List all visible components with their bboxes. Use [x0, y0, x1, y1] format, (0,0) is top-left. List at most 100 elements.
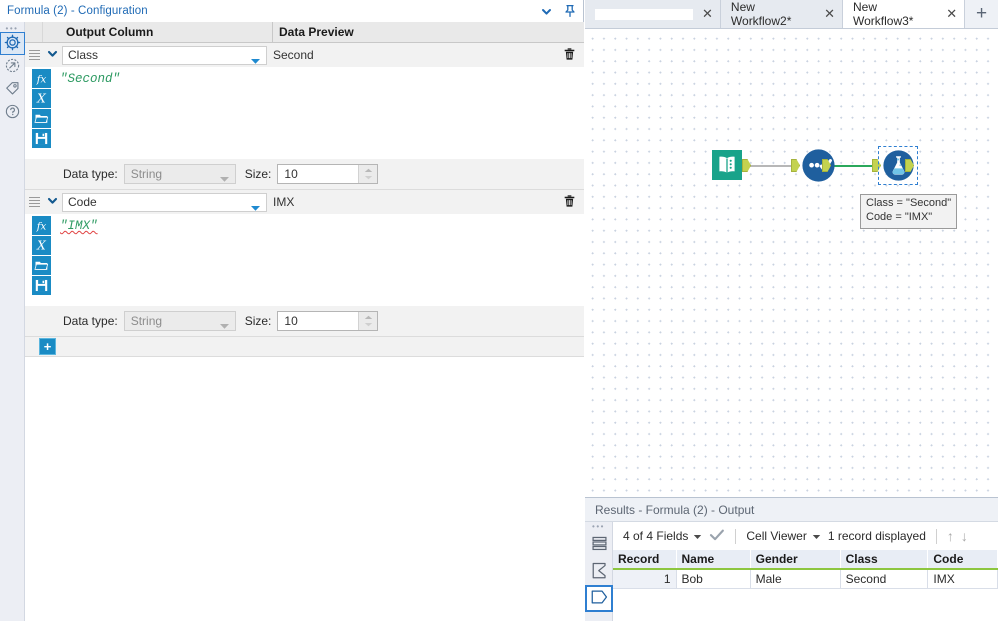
- workflow-tab-label: New Workflow2*: [730, 0, 792, 28]
- output-anchor[interactable]: [742, 159, 751, 172]
- size-value: 10: [284, 167, 298, 181]
- column-header-name[interactable]: Name: [676, 550, 751, 570]
- results-icon-rail: •••: [585, 522, 613, 621]
- arrow-down-icon[interactable]: ↓: [961, 528, 968, 544]
- variable-x-icon[interactable]: X: [32, 236, 51, 255]
- fx-icon[interactable]: fx: [32, 69, 51, 88]
- formula-drag-handle[interactable]: [25, 48, 43, 62]
- cell-record[interactable]: 1: [613, 569, 677, 589]
- folder-open-icon[interactable]: [32, 109, 51, 128]
- svg-text:X: X: [36, 92, 47, 106]
- toolbar-divider: [935, 528, 937, 544]
- chevron-down-icon: [812, 529, 821, 543]
- table-row[interactable]: 1 Bob Male Second IMX: [613, 569, 998, 589]
- column-header-record[interactable]: Record: [613, 550, 677, 570]
- workflow-canvas[interactable]: Class = "Second" Code = "IMX": [585, 29, 998, 498]
- configuration-tab-icon[interactable]: [0, 32, 25, 55]
- formula-expression[interactable]: "IMX": [52, 214, 584, 306]
- trash-icon: [563, 194, 576, 211]
- column-header-class[interactable]: Class: [840, 550, 929, 570]
- formula-list: Output Column Data Preview Class Second …: [25, 22, 584, 621]
- save-disk-icon[interactable]: [32, 276, 51, 295]
- formula-collapse-toggle[interactable]: [43, 47, 62, 63]
- delete-formula-button[interactable]: [554, 190, 584, 214]
- summary-sigma-icon: [590, 561, 609, 583]
- output-column-select[interactable]: Class: [62, 45, 267, 68]
- size-stepper[interactable]: [358, 312, 378, 330]
- annotation-tab-icon[interactable]: [0, 55, 25, 78]
- rail-grip[interactable]: •••: [0, 22, 24, 33]
- chevron-down-icon: [250, 54, 261, 68]
- svg-text:X: X: [36, 239, 47, 253]
- chevron-down-icon: [46, 194, 59, 210]
- formula-expression[interactable]: "Second": [52, 67, 584, 159]
- formula-collapse-toggle[interactable]: [43, 194, 62, 210]
- cell-code[interactable]: IMX: [927, 569, 998, 589]
- size-stepper[interactable]: [358, 165, 378, 183]
- chevron-down-icon: [219, 172, 230, 186]
- workflow-tabbar: ✕ New Workflow2* ✕ New Workflow3* ✕ +: [585, 0, 998, 29]
- variable-x-icon[interactable]: X: [32, 89, 51, 108]
- fields-label: 4 of 4 Fields: [623, 529, 689, 543]
- size-value: 10: [284, 314, 298, 328]
- text-input-tool[interactable]: [712, 150, 742, 183]
- save-disk-icon[interactable]: [32, 129, 51, 148]
- alteryx-designer-window: Formula (2) - Configuration ••• Output C…: [0, 0, 998, 621]
- cell-class[interactable]: Second: [840, 569, 929, 589]
- formula-drag-handle[interactable]: [25, 195, 43, 209]
- column-header-code[interactable]: Code: [927, 550, 998, 570]
- chevron-down-icon: [693, 529, 702, 543]
- add-formula-button[interactable]: +: [39, 338, 56, 355]
- cell-name[interactable]: Bob: [676, 569, 751, 589]
- results-summary-tab[interactable]: [585, 558, 613, 585]
- data-type-value: String: [130, 314, 163, 328]
- svg-text:fx: fx: [36, 73, 47, 85]
- input-anchor[interactable]: [791, 159, 800, 172]
- output-column-select[interactable]: Code: [62, 192, 267, 212]
- column-header-gender[interactable]: Gender: [750, 550, 841, 570]
- delete-formula-button[interactable]: [554, 43, 584, 67]
- output-column-value: Code: [68, 195, 97, 209]
- data-type-label: Data type:: [63, 167, 118, 181]
- checkmark-icon[interactable]: [709, 528, 725, 545]
- help-tab-icon[interactable]: [0, 101, 25, 124]
- records-displayed-label: 1 record displayed: [827, 529, 926, 543]
- workflow-tab-new-workflow3[interactable]: New Workflow3* ✕: [843, 0, 966, 28]
- formula-block: Class Second fx X "Second" Data type: St…: [25, 43, 584, 190]
- fields-selector[interactable]: 4 of 4 Fields: [623, 529, 702, 543]
- size-input[interactable]: 10: [277, 311, 379, 331]
- cell-viewer-label: Cell Viewer: [746, 529, 807, 543]
- cell-viewer-selector[interactable]: Cell Viewer: [746, 529, 821, 543]
- table-header-row: Record Name Gender Class Code: [613, 550, 998, 570]
- data-preview-value: IMX: [267, 190, 554, 214]
- results-rail-grip[interactable]: •••: [585, 522, 612, 531]
- close-icon[interactable]: ✕: [946, 6, 957, 22]
- workflow-tab-label: [595, 8, 693, 20]
- results-records-tab[interactable]: [585, 531, 613, 558]
- tags-tab-icon[interactable]: [0, 78, 25, 101]
- fx-icon[interactable]: fx: [32, 216, 51, 235]
- close-icon[interactable]: ✕: [824, 6, 835, 22]
- workflow-tab-redacted[interactable]: ✕: [585, 0, 721, 28]
- output-column-value: Class: [68, 48, 99, 62]
- arrow-up-icon[interactable]: ↑: [947, 528, 954, 544]
- close-icon[interactable]: ✕: [702, 6, 713, 22]
- data-type-select[interactable]: String: [123, 164, 236, 186]
- folder-open-icon[interactable]: [32, 256, 51, 275]
- output-anchor-icon: [590, 589, 608, 608]
- results-table: Record Name Gender Class Code 1 Bob Male…: [613, 550, 998, 589]
- svg-text:fx: fx: [36, 220, 47, 232]
- cell-gender[interactable]: Male: [750, 569, 841, 589]
- tool-annotation[interactable]: Class = "Second" Code = "IMX": [860, 194, 958, 229]
- new-workflow-tab-button[interactable]: +: [965, 0, 998, 28]
- pin-icon[interactable]: [563, 4, 577, 18]
- formula-row-header: Class Second: [25, 43, 584, 67]
- results-output-tab[interactable]: [585, 585, 613, 612]
- data-type-select[interactable]: String: [123, 311, 236, 331]
- workflow-area: ✕ New Workflow2* ✕ New Workflow3* ✕ + Cl…: [585, 0, 998, 621]
- workflow-tab-new-workflow2[interactable]: New Workflow2* ✕: [720, 0, 844, 28]
- toolbar-divider: [735, 528, 737, 544]
- chevron-down-icon[interactable]: [540, 5, 553, 18]
- size-input[interactable]: 10: [277, 164, 379, 184]
- gear-icon: [4, 34, 21, 54]
